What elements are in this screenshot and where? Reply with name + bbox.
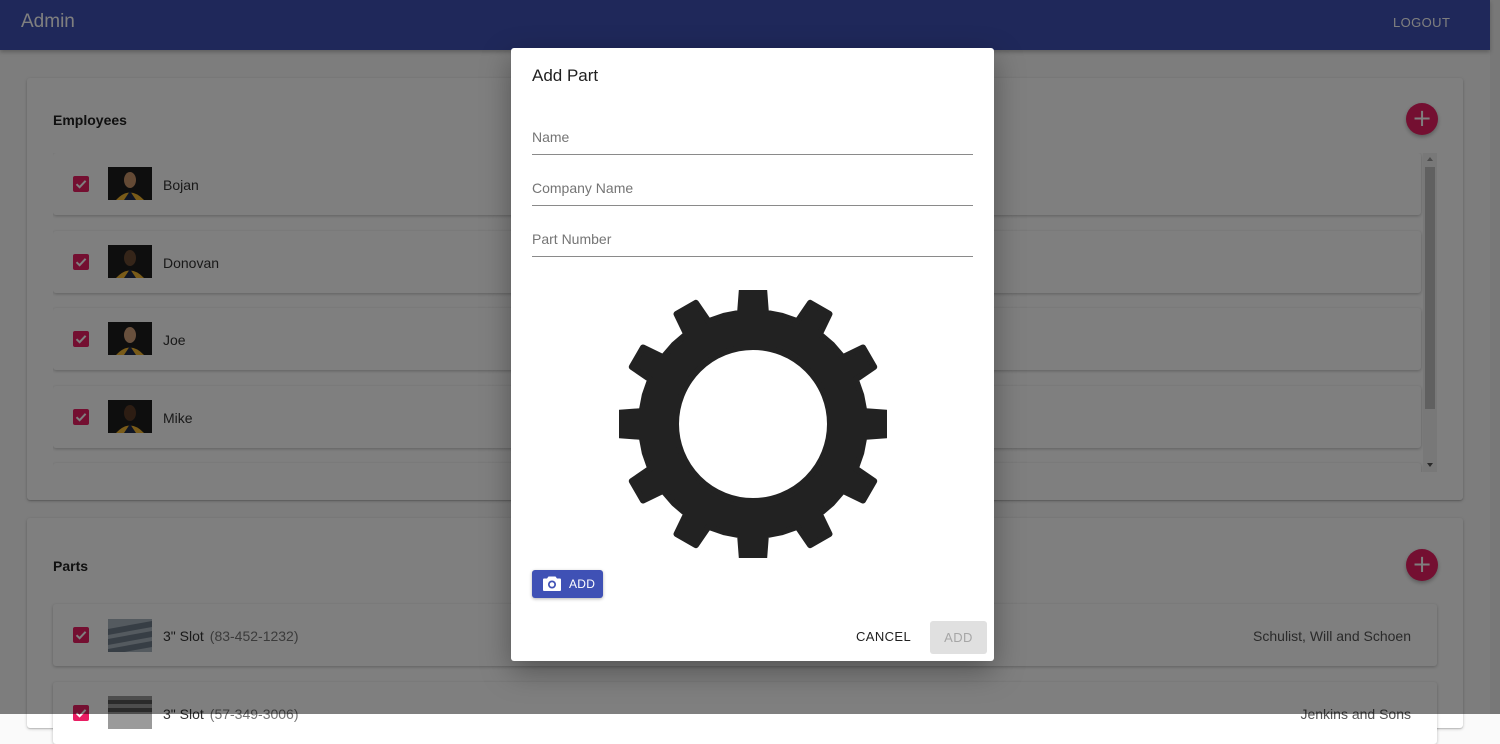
- cancel-button[interactable]: CANCEL: [856, 629, 911, 644]
- gear-shape: [616, 287, 890, 561]
- gear-icon: [616, 287, 890, 561]
- part-number-field: [532, 222, 973, 257]
- submit-button[interactable]: ADD: [930, 621, 987, 654]
- upload-image-button[interactable]: ADD: [532, 570, 603, 598]
- add-part-dialog: Add Part ADD CANCEL ADD: [511, 48, 994, 661]
- company-name-input[interactable]: [532, 171, 973, 205]
- name-input[interactable]: [532, 120, 973, 154]
- camera-icon: [543, 576, 561, 591]
- part-number-input[interactable]: [532, 222, 973, 256]
- name-field: [532, 120, 973, 155]
- dialog-title: Add Part: [532, 66, 599, 85]
- company-name-field: [532, 171, 973, 206]
- upload-label: ADD: [569, 577, 596, 591]
